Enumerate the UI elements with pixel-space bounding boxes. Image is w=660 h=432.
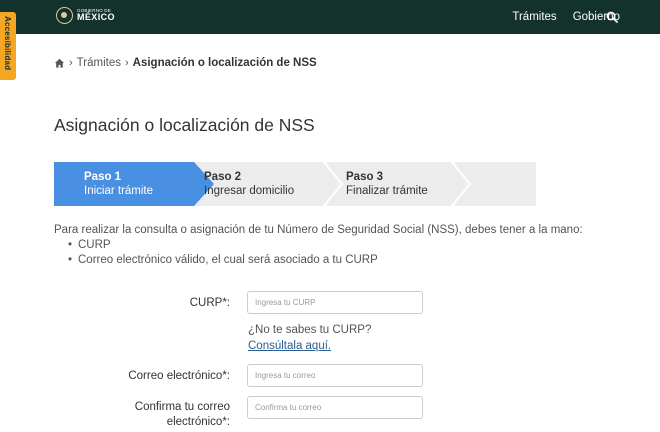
gobierno-logo[interactable]: GOBIERNO DE MÉXICO	[56, 7, 115, 24]
top-navbar: GOBIERNO DE MÉXICO Trámites Gobierno	[0, 0, 660, 34]
confirm-email-label-line1: Confirma tu correo	[134, 401, 230, 413]
page-title: Asignación o localización de NSS	[54, 115, 315, 135]
breadcrumb-separator-icon: ›	[69, 57, 73, 69]
confirm-email-input[interactable]	[247, 396, 423, 419]
stepper: Paso 1 Iniciar trámite Paso 2 Ingresar d…	[54, 162, 536, 206]
breadcrumb-link-tramites[interactable]: Trámites	[77, 57, 121, 69]
step-1-subtitle: Iniciar trámite	[84, 185, 154, 197]
step-1: Paso 1 Iniciar trámite	[54, 162, 194, 206]
search-icon[interactable]	[606, 11, 618, 23]
curp-help-question: ¿No te sabes tu CURP?	[248, 324, 372, 336]
breadcrumb-separator-icon: ›	[124, 57, 129, 69]
confirm-email-label-line2: electrónico*:	[166, 416, 230, 428]
curp-input[interactable]	[247, 291, 423, 314]
curp-label: CURP*:	[189, 297, 230, 309]
chevron-right-icon	[323, 162, 344, 206]
requirement-item: Correo electrónico válido, el cual será …	[68, 253, 378, 268]
breadcrumb: › Trámites › Asignación o localización d…	[54, 57, 317, 69]
accessibility-tab[interactable]: Accesibilidad	[0, 12, 16, 80]
step-3-title: Paso 3	[346, 171, 384, 183]
requirements-list: CURP Correo electrónico válido, el cual …	[68, 238, 378, 268]
curp-help-link[interactable]: Consúltala aquí.	[248, 340, 331, 352]
step-1-title: Paso 1	[84, 171, 122, 183]
step-3-subtitle: Finalizar trámite	[346, 185, 428, 197]
email-label: Correo electrónico*:	[128, 370, 230, 382]
chevron-right-icon	[451, 162, 472, 206]
seal-icon	[56, 7, 73, 24]
accessibility-label: Accesibilidad	[3, 16, 12, 71]
nav-tramites[interactable]: Trámites	[512, 11, 556, 23]
email-input[interactable]	[247, 364, 423, 387]
home-icon[interactable]	[54, 58, 65, 69]
logo-line2: MÉXICO	[77, 12, 115, 23]
requirement-item: CURP	[68, 238, 378, 253]
main-nav: Trámites Gobierno	[512, 0, 620, 34]
breadcrumb-current: Asignación o localización de NSS	[132, 57, 317, 69]
intro-text: Para realizar la consulta o asignación d…	[54, 224, 583, 236]
confirm-email-label: Confirma tu correo electrónico*:	[50, 400, 230, 430]
step-3: Paso 3 Finalizar trámite	[346, 162, 496, 206]
